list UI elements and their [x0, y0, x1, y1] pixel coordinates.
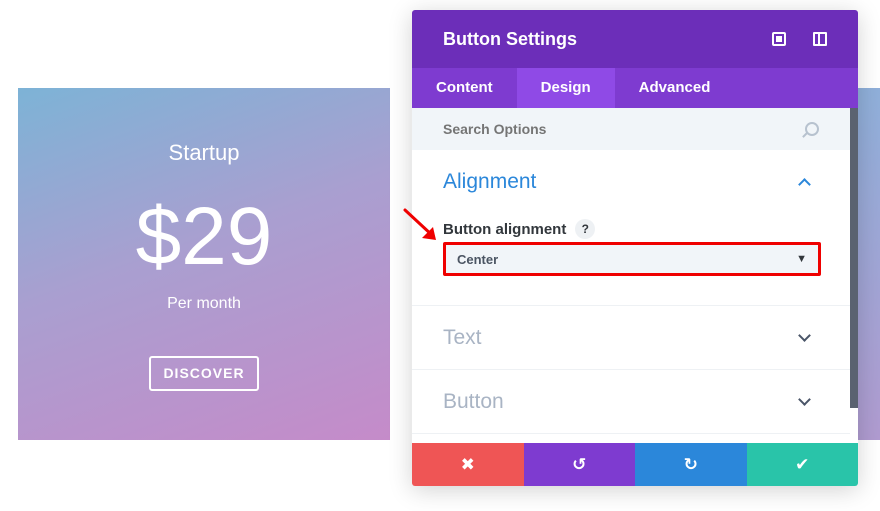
- pricing-title: Startup: [168, 140, 240, 165]
- pricing-period: Per month: [167, 295, 241, 312]
- save-button[interactable]: ✔: [746, 443, 858, 486]
- chevron-down-icon[interactable]: [798, 328, 811, 342]
- button-alignment-label: Button alignment ?: [443, 219, 596, 239]
- alignment-section: Alignment Button alignment ? Center ▼: [412, 150, 850, 306]
- search-input[interactable]: [443, 121, 805, 137]
- button-section-title: Button: [443, 389, 504, 413]
- close-icon: ✖: [460, 454, 475, 474]
- pricing-price: $29: [135, 191, 273, 282]
- highlight-box: Center ▼: [443, 242, 821, 276]
- fullscreen-icon[interactable]: [772, 32, 786, 46]
- button-alignment-label-text: Button alignment: [443, 220, 567, 238]
- modal-footer: ✖ ↺ ↻ ✔: [412, 443, 858, 486]
- undo-button[interactable]: ↺: [523, 443, 635, 486]
- redo-icon: ↻: [683, 454, 698, 474]
- tab-bar: Content Design Advanced: [412, 68, 858, 108]
- background-card-edge: [858, 88, 880, 440]
- help-icon[interactable]: ?: [575, 219, 596, 239]
- chevron-up-icon[interactable]: [798, 177, 811, 191]
- checkmark-icon: ✔: [795, 454, 810, 474]
- pricing-card: Startup $29 Per month DISCOVER: [18, 88, 390, 440]
- canvas: Startup $29 Per month DISCOVER Button Se…: [0, 0, 880, 511]
- dropdown-arrow-icon: ▼: [796, 253, 807, 265]
- tab-content[interactable]: Content: [412, 68, 517, 108]
- discover-button[interactable]: DISCOVER: [149, 356, 259, 391]
- annotation-arrow-icon: [403, 208, 436, 240]
- scrollbar[interactable]: [850, 108, 858, 408]
- settings-body: Alignment Button alignment ? Center ▼ Te…: [412, 108, 850, 443]
- chevron-down-icon[interactable]: [798, 392, 811, 406]
- alignment-section-header[interactable]: Alignment: [412, 150, 850, 213]
- search-bar: [412, 108, 850, 150]
- tab-design[interactable]: Design: [516, 68, 615, 108]
- redo-button[interactable]: ↻: [635, 443, 747, 486]
- text-section-title: Text: [443, 325, 482, 349]
- text-section-header[interactable]: Text: [412, 306, 850, 369]
- alignment-section-title: Alignment: [443, 169, 537, 193]
- tab-advanced[interactable]: Advanced: [615, 68, 735, 108]
- search-icon[interactable]: [805, 122, 819, 136]
- button-section-header[interactable]: Button: [412, 370, 850, 433]
- button-section: Button: [412, 370, 850, 434]
- button-alignment-value: Center: [457, 251, 499, 267]
- button-alignment-select[interactable]: Center ▼: [446, 245, 818, 273]
- modal-title: Button Settings: [443, 28, 577, 49]
- button-settings-modal: Button Settings Content Design Advanced …: [412, 10, 858, 486]
- split-view-icon[interactable]: [813, 32, 827, 46]
- cancel-button[interactable]: ✖: [412, 443, 524, 486]
- modal-header: Button Settings: [412, 10, 858, 68]
- undo-icon: ↺: [572, 454, 587, 474]
- text-section: Text: [412, 306, 850, 370]
